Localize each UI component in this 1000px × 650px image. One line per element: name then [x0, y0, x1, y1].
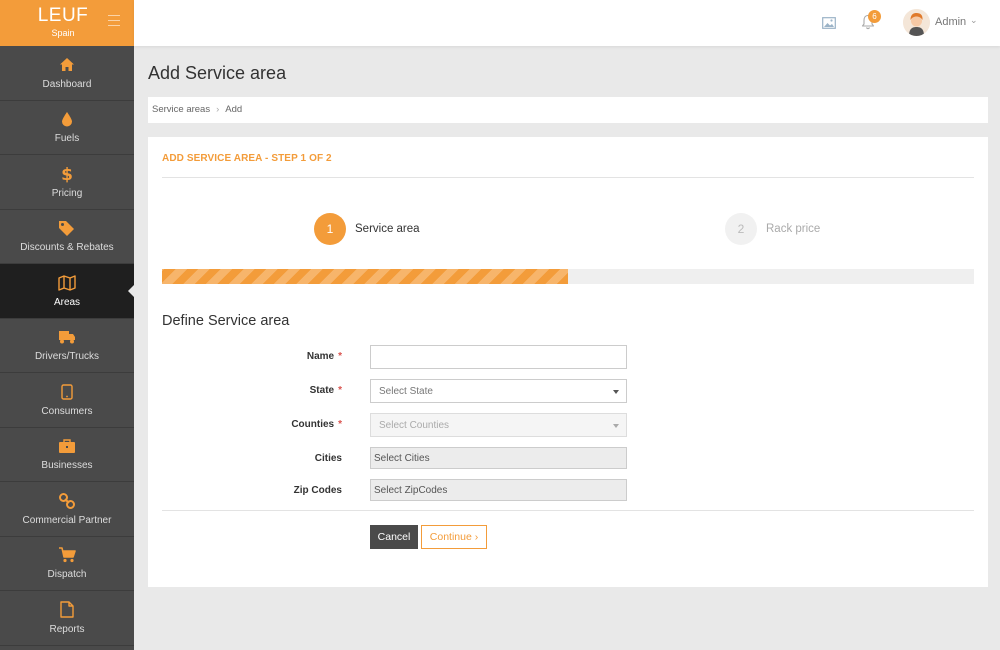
brand-header: LEUF Spain	[0, 0, 134, 46]
menu-toggle-icon[interactable]	[108, 15, 120, 26]
sidebar-item-fuels[interactable]: Fuels	[0, 101, 134, 155]
sidebar-item-label: Dashboard	[42, 78, 92, 90]
tags-icon	[58, 219, 76, 237]
caret-down-icon	[613, 424, 619, 428]
state-select[interactable]: Select State	[370, 379, 627, 403]
wizard-card: ADD SERVICE AREA - STEP 1 OF 2 1 Service…	[148, 137, 988, 587]
file-icon	[58, 601, 76, 619]
state-label: State *	[309, 385, 342, 396]
cities-multiselect[interactable]: Select Cities	[370, 447, 627, 469]
sidebar-item-label: Discounts & Rebates	[20, 242, 114, 254]
sidebar-item-label: Commercial Partner	[22, 514, 112, 526]
home-icon	[58, 56, 76, 74]
map-icon	[58, 274, 76, 292]
sidebar-item-dashboard[interactable]: Dashboard	[0, 46, 134, 101]
sidebar: Dashboard Fuels $ Pricing Discounts & Re…	[0, 46, 134, 650]
wizard-progress-fill	[162, 269, 568, 284]
name-label: Name *	[306, 351, 342, 362]
sidebar-item-commercial-partner[interactable]: Commercial Partner	[0, 482, 134, 537]
top-bar: 6 Admin ⌄	[134, 0, 1000, 46]
sidebar-item-pricing[interactable]: $ Pricing	[0, 155, 134, 210]
counties-label: Counties *	[291, 419, 342, 430]
required-mark: *	[338, 419, 342, 430]
required-mark: *	[338, 351, 342, 362]
cities-label: Cities	[314, 453, 342, 464]
sidebar-item-label: Pricing	[51, 187, 83, 199]
sidebar-item-discounts-rebates[interactable]: Discounts & Rebates	[0, 210, 134, 264]
tablet-icon	[58, 383, 76, 401]
image-icon[interactable]	[822, 16, 836, 34]
sidebar-item-label: Drivers/Trucks	[34, 351, 100, 363]
form-row-state: State * Select State	[148, 379, 988, 403]
sidebar-item-label: Dispatch	[47, 569, 87, 581]
breadcrumb: Service areas › Add	[148, 97, 988, 123]
page-title: Add Service area	[148, 63, 287, 83]
cancel-button[interactable]: Cancel	[370, 525, 418, 549]
dollar-icon: $	[58, 165, 76, 183]
sidebar-item-label: Consumers	[41, 405, 93, 417]
breadcrumb-current: Add	[225, 104, 243, 115]
svg-text:$: $	[61, 165, 73, 183]
divider	[162, 177, 974, 178]
state-select-value: Select State	[379, 386, 433, 397]
form-row-zipcodes: Zip Codes Select ZipCodes	[148, 479, 988, 503]
chevron-down-icon[interactable]: ⌄	[970, 15, 978, 26]
breadcrumb-separator-icon: ›	[216, 104, 220, 115]
avatar[interactable]	[903, 9, 930, 36]
wizard-step-1: 1 Service area	[314, 213, 420, 245]
sidebar-item-drivers-trucks[interactable]: Drivers/Trucks	[0, 319, 134, 373]
form-row-cities: Cities Select Cities	[148, 447, 988, 471]
user-menu-label[interactable]: Admin	[935, 16, 966, 28]
sidebar-item-label: Reports	[49, 623, 85, 635]
counties-select[interactable]: Select Counties	[370, 413, 627, 437]
sidebar-item-reports[interactable]: Reports	[0, 591, 134, 646]
wizard-step-2: 2 Rack price	[725, 213, 820, 245]
zipcodes-multiselect[interactable]: Select ZipCodes	[370, 479, 627, 501]
form-row-counties: Counties * Select Counties	[148, 413, 988, 437]
counties-select-value: Select Counties	[379, 420, 450, 431]
sidebar-item-label: Businesses	[41, 460, 93, 472]
step-label: Service area	[355, 223, 420, 235]
wizard-heading: ADD SERVICE AREA - STEP 1 OF 2	[162, 153, 332, 164]
zipcodes-label: Zip Codes	[293, 485, 342, 496]
form-row-name: Name *	[148, 345, 988, 369]
breadcrumb-link-service-areas[interactable]: Service areas	[152, 104, 210, 115]
truck-icon	[58, 328, 76, 346]
name-field[interactable]	[370, 345, 627, 369]
required-mark: *	[338, 385, 342, 396]
sidebar-item-label: Areas	[53, 296, 81, 308]
link-icon	[58, 492, 76, 510]
drop-icon	[58, 110, 76, 128]
step-number: 2	[725, 213, 757, 245]
section-title: Define Service area	[162, 313, 290, 329]
step-label: Rack price	[766, 223, 821, 235]
sidebar-item-businesses[interactable]: Businesses	[0, 428, 134, 482]
step-number: 1	[314, 213, 346, 245]
continue-button[interactable]: Continue ›	[421, 525, 487, 549]
brand-country: Spain	[51, 28, 75, 38]
sidebar-item-areas[interactable]: Areas	[0, 264, 134, 319]
notification-badge[interactable]: 6	[868, 10, 881, 23]
sidebar-item-label: Fuels	[54, 133, 80, 145]
cart-icon	[58, 546, 76, 564]
sidebar-item-dispatch[interactable]: Dispatch	[0, 537, 134, 591]
divider	[162, 510, 974, 511]
caret-down-icon	[613, 390, 619, 394]
wizard-progress	[162, 269, 974, 284]
briefcase-icon	[58, 437, 76, 455]
sidebar-item-consumers[interactable]: Consumers	[0, 373, 134, 428]
